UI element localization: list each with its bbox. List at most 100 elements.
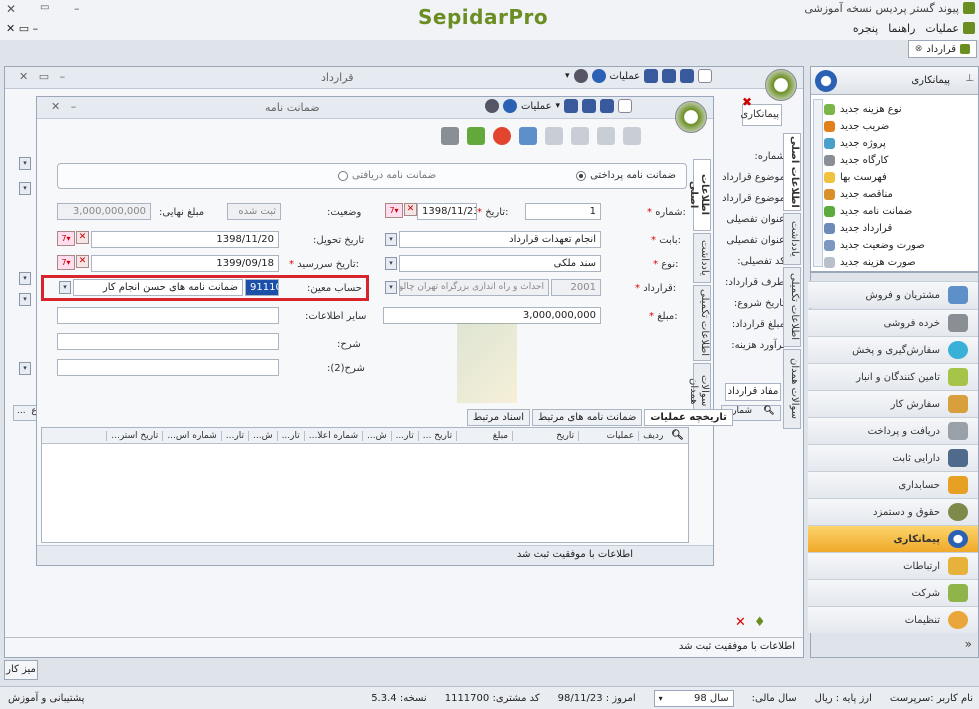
contract-window-controls[interactable]: ✕ ▭ – <box>19 70 65 83</box>
menu-operations[interactable]: عملیات <box>925 22 959 35</box>
bab-field[interactable]: انجام تعهدات قرارداد <box>399 231 601 248</box>
copy-icon[interactable] <box>545 127 563 145</box>
tree-item[interactable]: صورت وضعیت جدید <box>824 237 974 254</box>
sidebar-item-sales[interactable]: مشتریان و فروش <box>808 281 978 308</box>
export-icon[interactable] <box>623 127 641 145</box>
contract-name-field[interactable]: احداث و راه اندازی بزرگراه تهران چالوس <box>399 279 549 296</box>
sidebar-item-contracting[interactable]: پیمانکاری <box>808 525 978 552</box>
sidebar-item-payroll[interactable]: حقوق و دستمزد <box>808 498 978 525</box>
column-header[interactable]: تاریخ <box>512 430 578 441</box>
bab-dd[interactable]: ▾ <box>385 233 397 246</box>
desc2-field[interactable] <box>57 359 279 376</box>
attach-icon[interactable] <box>597 127 615 145</box>
tree-item[interactable]: نوع هزینه جدید <box>824 101 974 118</box>
column-header[interactable]: ش... <box>361 430 391 441</box>
gear-icon[interactable] <box>573 69 588 83</box>
help-icon[interactable] <box>591 69 606 83</box>
sidebar-item-inventory[interactable]: تامین کنندگان و انبار <box>808 363 978 390</box>
mdi-controls[interactable]: ✕ ▭ – <box>6 22 38 35</box>
expand-chevron-icon[interactable]: » <box>965 637 972 651</box>
clear-date-icon[interactable]: ✕ <box>76 231 89 244</box>
close-icon[interactable]: ✕ <box>6 2 16 16</box>
guarantee-vtab-main[interactable]: اطلاعات اصلی <box>688 159 711 231</box>
fiscal-year-select[interactable]: سال 98 ▾ <box>653 689 734 707</box>
column-header[interactable]: مبلغ <box>456 430 512 441</box>
dd-2[interactable]: ▾ <box>19 182 33 195</box>
dd-1[interactable]: ▾ <box>19 157 33 170</box>
approve-icon[interactable] <box>467 127 485 145</box>
save-icon[interactable] <box>564 99 579 113</box>
contract-terms-button[interactable]: مفاد قرارداد <box>725 383 781 401</box>
transfer-icon[interactable] <box>519 127 537 145</box>
sidebar-item-payments[interactable]: دریافت و پرداخت <box>808 417 978 444</box>
tree-item[interactable]: کارگاه جدید <box>824 152 974 169</box>
calendar-icon[interactable]: 7▾ <box>57 231 75 246</box>
column-header[interactable]: ش... <box>247 430 277 441</box>
contract-code-field[interactable]: 2001 <box>551 279 601 296</box>
support-link[interactable]: پشتیبانی و آموزش <box>0 693 84 704</box>
calendar-icon[interactable]: 7▾ <box>57 255 75 270</box>
sidebar-item-accounting[interactable]: حسابداری <box>808 471 978 498</box>
column-header[interactable]: شماره اعلا... <box>303 430 362 441</box>
sidebar-item-retail[interactable]: خرده فروشی <box>808 309 978 336</box>
due-field[interactable]: 1399/09/18 <box>91 255 279 272</box>
move-icon[interactable] <box>571 127 589 145</box>
column-header[interactable]: تار... <box>220 430 248 441</box>
tree-item[interactable]: قرارداد جدید <box>824 220 974 237</box>
account-dd[interactable]: ▾ <box>59 281 71 294</box>
tree-item[interactable]: پروژه جدید <box>824 135 974 152</box>
tab-history[interactable]: تاریخچه عملیات <box>644 409 733 426</box>
column-header[interactable]: عملیات <box>578 430 638 441</box>
desc-field[interactable] <box>57 333 279 350</box>
sidebar-item-work-order[interactable]: سفارش کار <box>808 390 978 417</box>
save-new-icon[interactable] <box>680 69 695 83</box>
column-header[interactable]: تاریخ استر... <box>106 430 162 441</box>
number-field[interactable]: 1 <box>525 203 601 220</box>
info-icon[interactable]: ♦ <box>754 615 766 630</box>
sidebar-item-communications[interactable]: ارتباطات <box>808 552 978 579</box>
desk-button[interactable]: میز کار <box>4 660 38 680</box>
tree-item[interactable]: ضریب جدید <box>824 118 974 135</box>
sidebar-item-assets[interactable]: دارایی ثابت <box>808 444 978 471</box>
tree-item[interactable]: ضمانت نامه جدید <box>824 203 974 220</box>
calendar-icon[interactable]: 7▾ <box>385 203 403 218</box>
save-as-icon[interactable] <box>662 69 677 83</box>
amount-field[interactable]: 3,000,000,000 <box>383 307 601 324</box>
dropdown-arrow-icon[interactable]: ▾ <box>556 101 561 111</box>
minimize-icon[interactable]: – <box>74 2 80 15</box>
pin-icon[interactable]: ⊥ <box>965 73 974 84</box>
delete-icon[interactable]: ✖ <box>742 95 756 109</box>
operations-label[interactable]: عملیات <box>521 101 552 112</box>
doc-tab-contract[interactable]: قرارداد ⊗ <box>907 40 977 58</box>
sidebar-item-orders[interactable]: سفارش‌گیری و پخش <box>808 336 978 363</box>
contract-vtab-questions[interactable]: سوالات همدان <box>783 349 801 429</box>
gear-icon[interactable] <box>485 99 499 113</box>
type-dd[interactable]: ▾ <box>385 257 397 270</box>
new-doc-icon[interactable] <box>698 69 713 83</box>
dd-5[interactable]: ▾ <box>19 362 33 375</box>
column-header[interactable]: تار... <box>276 430 304 441</box>
contract-vtab-notes[interactable]: یادداشت <box>783 213 801 265</box>
dropdown-arrow-icon[interactable]: ▾ <box>565 71 570 81</box>
sidebar-item-company[interactable]: شرکت <box>808 579 978 606</box>
print-icon[interactable] <box>441 127 459 145</box>
delivery-field[interactable]: 1398/11/20 <box>91 231 279 248</box>
contract-vtab-main[interactable]: اطلاعات اصلی <box>783 133 801 211</box>
guarantee-vtab-notes[interactable]: یادداشت <box>693 233 711 283</box>
save-as-icon[interactable] <box>582 99 597 113</box>
other-info-field[interactable] <box>57 307 279 324</box>
clear-date-icon[interactable]: ✕ <box>404 203 417 216</box>
column-header[interactable]: تاریخ ... <box>417 430 456 441</box>
type-field[interactable]: سند ملکی <box>399 255 601 272</box>
tree-item[interactable]: مناقصه جدید <box>824 186 974 203</box>
operations-label[interactable]: عملیات <box>610 71 641 82</box>
account-code-field[interactable]: 911102 <box>245 279 279 296</box>
menu-help[interactable]: راهنما <box>888 22 915 35</box>
guarantee-window-controls[interactable]: ✕ – <box>51 100 76 113</box>
dd-3[interactable]: ▾ <box>19 272 33 285</box>
search-icon[interactable]: 🔍︎ <box>763 406 774 420</box>
clear-date-icon[interactable]: ✕ <box>76 255 89 268</box>
account-name-field[interactable]: ضمانت نامه های حسن انجام کار <box>73 279 243 296</box>
contract-vtab-extra[interactable]: اطلاعات تکمیلی <box>783 267 801 347</box>
menu-window[interactable]: پنجره <box>853 22 878 35</box>
